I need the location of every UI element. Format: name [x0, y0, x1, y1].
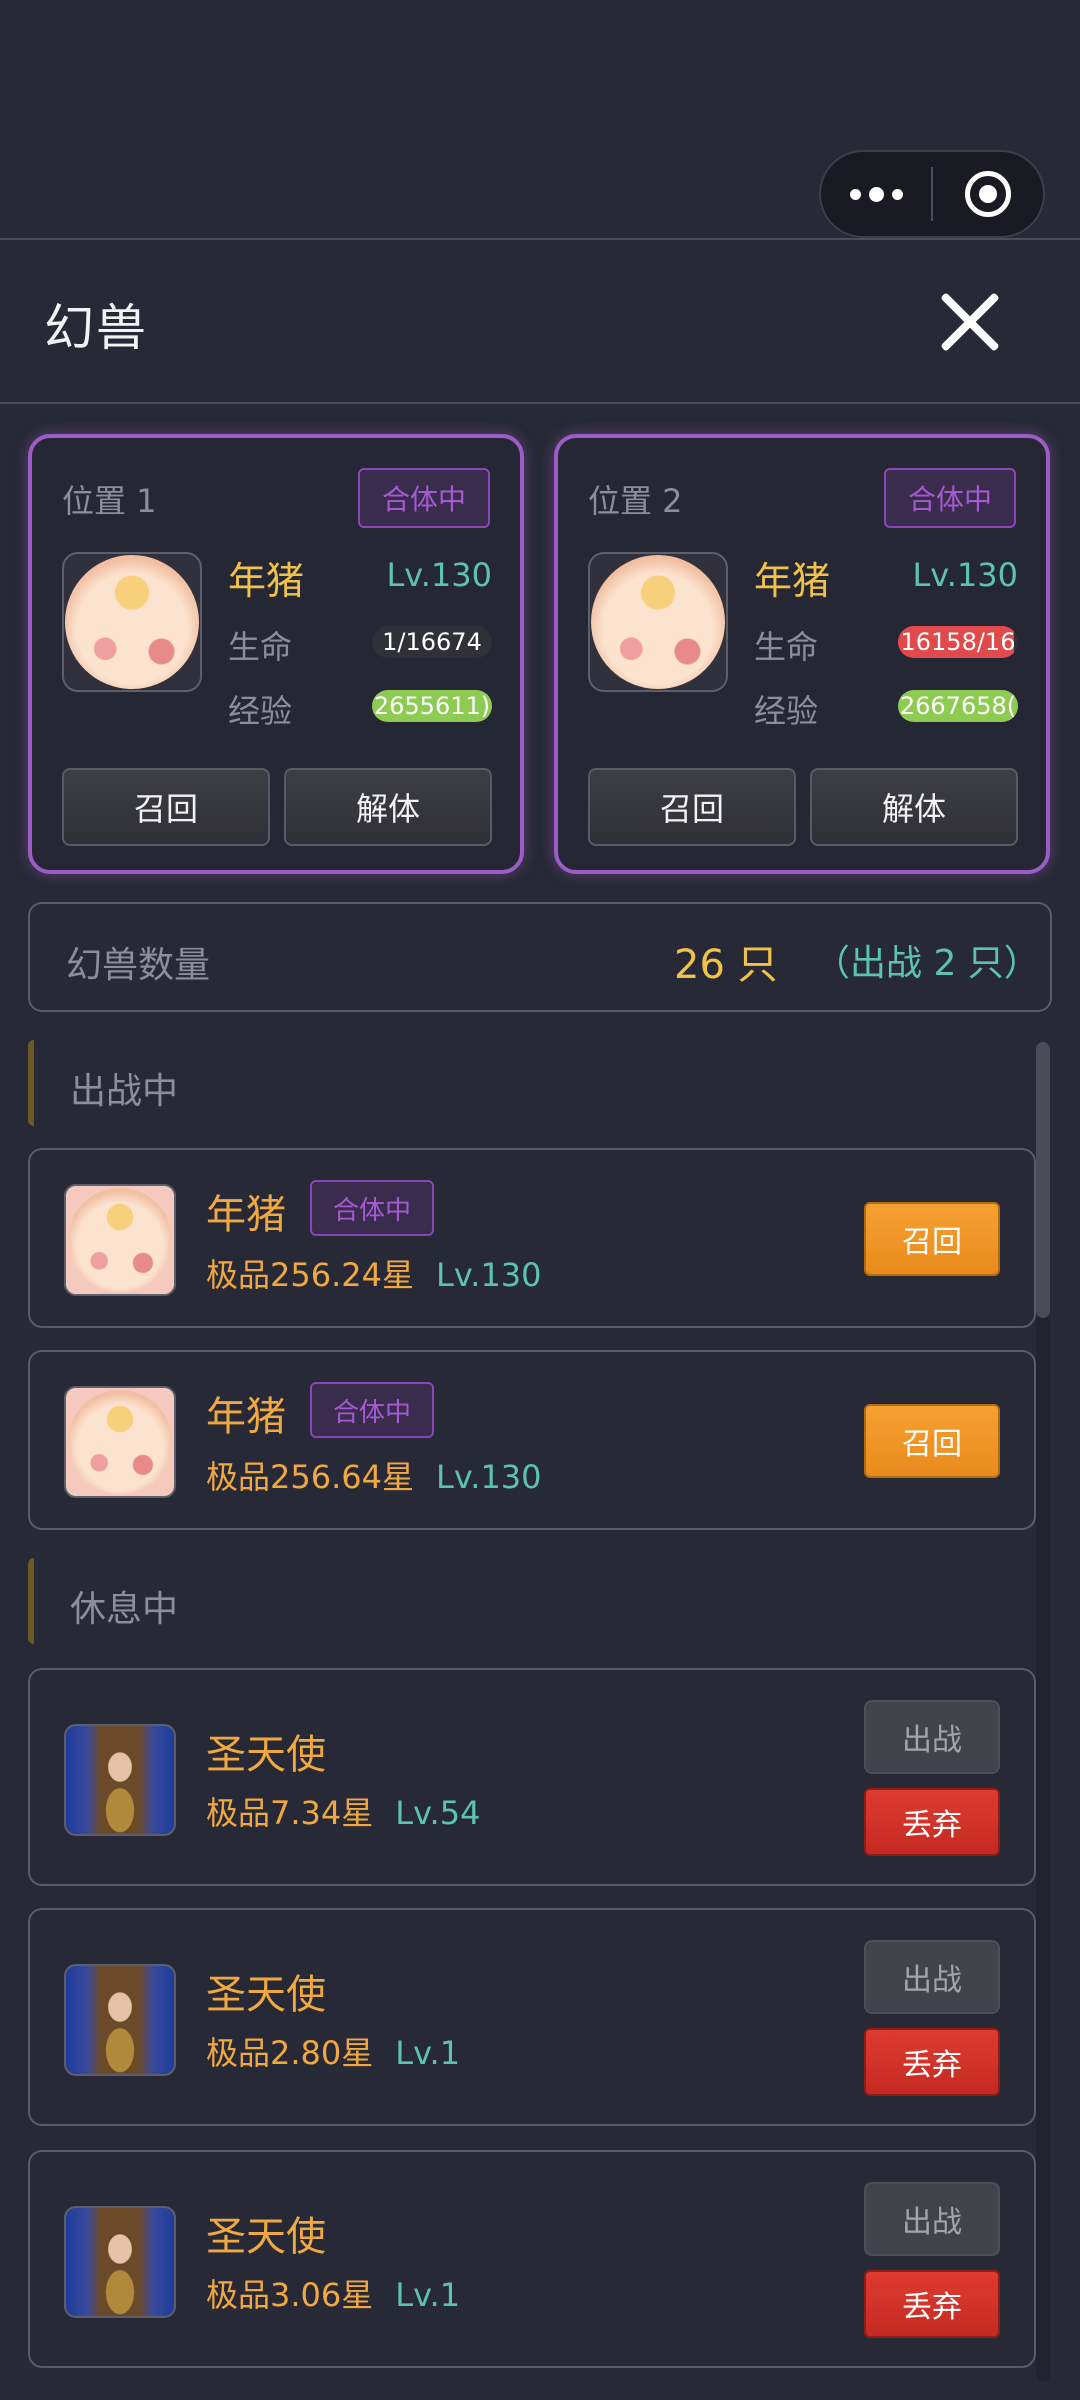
pet-level: Lv.1: [395, 2034, 461, 2072]
pig-portrait: [591, 555, 725, 689]
pet-level: Lv.54: [395, 1794, 481, 1832]
exp-label: 经验: [754, 692, 819, 730]
pet-grade: 极品256.24星 Lv.130: [206, 1256, 542, 1294]
header: 幻兽: [0, 240, 1080, 402]
section-header-resting: 休息中: [28, 1558, 528, 1644]
pet-count-label: 幻兽数量: [66, 945, 211, 986]
list-item[interactable]: 圣天使 极品7.34星 Lv.54 出战 丢弃: [28, 1668, 1036, 1886]
section-title: 休息中: [70, 1589, 179, 1630]
pet-name: 圣天使: [206, 1732, 326, 1778]
recall-button[interactable]: 召回: [588, 768, 796, 846]
pet-grade: 极品3.06星 Lv.1: [206, 2276, 461, 2314]
pet-level: Lv.130: [386, 556, 492, 594]
deploy-button[interactable]: 出战: [864, 1700, 1000, 1774]
pet-level: Lv.130: [912, 556, 1018, 594]
target-circle-icon: [965, 171, 1011, 217]
scrollbar[interactable]: [1036, 1042, 1050, 2382]
exp-label: 经验: [228, 692, 293, 730]
deploy-button[interactable]: 出战: [864, 1940, 1000, 2014]
exp-bar: 2655611): [372, 690, 492, 722]
pet-count-value: 26 只: [674, 942, 778, 988]
scrollbar-thumb[interactable]: [1036, 1042, 1050, 1318]
pet-name: 圣天使: [206, 2214, 326, 2260]
angel-portrait-icon: [64, 1964, 176, 2076]
merge-status-badge: 合体中: [884, 468, 1016, 528]
merge-status-badge: 合体中: [310, 1180, 434, 1236]
discard-button[interactable]: 丢弃: [864, 2270, 1000, 2338]
exp-value: 2655611): [373, 692, 491, 720]
section-header-active: 出战中: [28, 1040, 528, 1126]
hp-value: 1/16674: [382, 628, 482, 656]
angel-portrait-icon: [64, 1724, 176, 1836]
pet-name: 年猪: [228, 559, 305, 603]
slot-card-1: 位置 1 合体中 年猪 Lv.130 生命 1/16674 经验 2655611…: [28, 434, 524, 874]
angel-portrait-icon: [64, 2206, 176, 2318]
list-item[interactable]: 年猪 合体中 极品256.24星 Lv.130 召回: [28, 1148, 1036, 1328]
pet-avatar: [64, 1386, 176, 1498]
list-item[interactable]: 圣天使 极品2.80星 Lv.1 出战 丢弃: [28, 1908, 1036, 2126]
pig-portrait: [68, 1188, 172, 1292]
more-button[interactable]: [821, 152, 931, 236]
pet-avatar: [64, 1184, 176, 1296]
pet-avatar: [62, 552, 202, 692]
dismiss-button[interactable]: 解体: [284, 768, 492, 846]
slot-label: 位置 1: [62, 482, 157, 520]
pet-grade: 极品2.80星 Lv.1: [206, 2034, 461, 2072]
slot-card-2: 位置 2 合体中 年猪 Lv.130 生命 16158/16 经验 266765…: [554, 434, 1050, 874]
pet-avatar: [588, 552, 728, 692]
list-item[interactable]: 圣天使 极品3.06星 Lv.1 出战 丢弃: [28, 2150, 1036, 2368]
divider: [0, 402, 1080, 404]
page-title: 幻兽: [44, 299, 148, 357]
pet-grade: 极品7.34星 Lv.54: [206, 1794, 481, 1832]
list-item[interactable]: 年猪 合体中 极品256.64星 Lv.130 召回: [28, 1350, 1036, 1530]
recall-button[interactable]: 召回: [864, 1202, 1000, 1276]
close-icon[interactable]: [938, 290, 1002, 354]
discard-button[interactable]: 丢弃: [864, 1788, 1000, 1856]
more-dots-icon: [849, 186, 903, 202]
pig-portrait: [65, 555, 199, 689]
recall-button[interactable]: 召回: [62, 768, 270, 846]
hp-label: 生命: [754, 628, 819, 666]
miniprogram-capsule: [819, 150, 1045, 238]
pet-level: Lv.1: [395, 2276, 461, 2314]
dismiss-button[interactable]: 解体: [810, 768, 1018, 846]
pet-grade: 极品256.64星 Lv.130: [206, 1458, 542, 1496]
merge-status-badge: 合体中: [358, 468, 490, 528]
discard-button[interactable]: 丢弃: [864, 2028, 1000, 2096]
pet-count-row: 幻兽数量 26 只 （出战 2 只）: [28, 902, 1052, 1012]
hp-bar: 16158/16: [898, 626, 1018, 658]
pet-level: Lv.130: [435, 1458, 542, 1496]
exit-button[interactable]: [933, 152, 1043, 236]
pet-name: 年猪: [754, 559, 831, 603]
slot-label: 位置 2: [588, 482, 683, 520]
pet-level: Lv.130: [435, 1256, 542, 1294]
exp-value: 2667658(: [899, 692, 1017, 720]
pig-portrait: [68, 1390, 172, 1494]
exp-bar: 2667658(: [898, 690, 1018, 722]
deploy-button[interactable]: 出战: [864, 2182, 1000, 2256]
pet-name: 年猪: [206, 1192, 286, 1238]
section-title: 出战中: [70, 1071, 179, 1112]
merge-status-badge: 合体中: [310, 1382, 434, 1438]
deployed-count: （出战 2 只）: [814, 943, 1040, 984]
hp-value: 16158/16: [900, 628, 1016, 656]
pet-name: 年猪: [206, 1394, 286, 1440]
pet-name: 圣天使: [206, 1972, 326, 2018]
recall-button[interactable]: 召回: [864, 1404, 1000, 1478]
hp-bar: 1/16674: [372, 626, 492, 658]
hp-label: 生命: [228, 628, 293, 666]
